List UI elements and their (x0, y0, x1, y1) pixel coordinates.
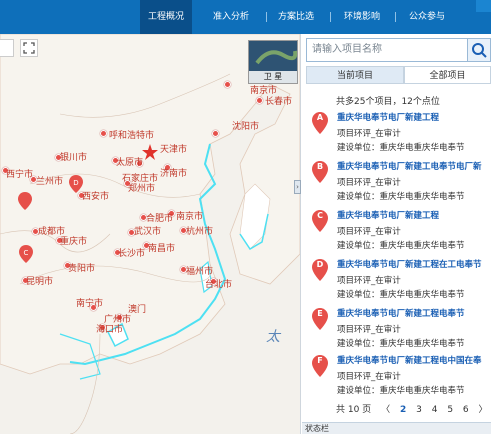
zoom-tool[interactable] (0, 39, 14, 57)
search-input[interactable]: 请输入项目名称 (306, 38, 468, 62)
marker-letter: E (317, 309, 323, 318)
city-label: 南宁市 (76, 299, 104, 309)
city-label: 西宁市 (6, 170, 34, 180)
page-count: 共 10 页 (336, 405, 372, 415)
tab-overview[interactable]: 工程概况 (140, 0, 192, 34)
marker-letter: B (316, 162, 324, 171)
city-dot[interactable] (256, 97, 263, 104)
tab-environment[interactable]: 环境影响 (336, 0, 388, 34)
city-label: 武汉市 (134, 227, 162, 237)
project-title[interactable]: 重庆华电奉节电厂新建工程电奉节 (337, 307, 487, 319)
marker-letter: A (316, 113, 324, 122)
project-title[interactable]: 重庆华电奉节电厂新建工程电中国在奉 (337, 354, 487, 366)
project-title[interactable]: 重庆华电奉节电厂新建工电奉节电厂新 (337, 160, 487, 172)
city-label: 沈阳市 (232, 122, 260, 132)
project-status: 项目环评_在审计 (337, 227, 401, 237)
map-view[interactable]: 卫 星 南京市 长春市 呼和浩特市 沈阳市 天津市 石家庄市 济南市 银川市 太… (0, 34, 301, 434)
list-item[interactable]: B 重庆华电奉节电厂新建工电奉节电厂新 项目环评_在审计 建设单位：重庆华电重庆… (306, 157, 489, 205)
city-label: 太原市 (116, 158, 144, 168)
project-status: 项目环评_在审计 (337, 129, 401, 139)
city-label: 银川市 (60, 153, 88, 163)
tab-current-projects[interactable]: 当前项目 (306, 66, 404, 84)
city-dot[interactable] (224, 81, 231, 88)
search-button[interactable] (468, 38, 491, 62)
city-label: 兰州市 (36, 177, 64, 187)
map-marker-c[interactable]: C (19, 245, 33, 263)
satellite-toggle[interactable]: 卫 星 (248, 40, 298, 84)
city-label: 西安市 (82, 192, 110, 202)
list-item[interactable]: E 重庆华电奉节电厂新建工程电奉节 项目环评_在审计 建设单位：重庆华电重庆华电… (306, 304, 489, 352)
project-unit: 建设单位：重庆华电重庆华电奉节 (337, 192, 465, 202)
city-label: 长沙市 (118, 249, 146, 259)
project-title[interactable]: 重庆华电奉节电厂新建工程 (337, 111, 487, 123)
page-link[interactable]: 4 (432, 405, 438, 415)
list-item[interactable]: F 重庆华电奉节电厂新建工程电中国在奉 项目环评_在审计 建设单位：重庆华电重庆… (306, 351, 489, 399)
top-nav: 工程概况 准入分析 方案比选 环境影响 公众参与 (0, 0, 491, 34)
next-page-button[interactable]: 〉 (479, 405, 488, 415)
city-label: 澳门 (128, 305, 147, 315)
search-icon (472, 43, 487, 58)
city-label: 长春市 (265, 97, 293, 107)
city-label: 郑州市 (128, 184, 156, 194)
svg-text:D: D (73, 179, 78, 187)
window-corner (476, 0, 491, 12)
project-status: 项目环评_在审计 (337, 276, 401, 286)
map-marker[interactable] (18, 192, 32, 210)
list-item[interactable]: A 重庆华电奉节电厂新建工程 项目环评_在审计 建设单位：重庆华电重庆华电奉节 (306, 108, 489, 156)
project-unit: 建设单位：重庆华电重庆华电奉节 (337, 143, 465, 153)
project-summary: 共多25个项目，12个点位 (336, 97, 440, 107)
page-link[interactable]: 3 (416, 405, 422, 415)
page-link[interactable]: 5 (447, 405, 453, 415)
city-label: 杭州市 (186, 227, 214, 237)
project-panel: 请输入项目名称 当前项目 全部项目 共多25个项目，12个点位 A 重庆华电奉节… (302, 34, 491, 434)
prev-page-button[interactable]: 〈 (381, 405, 390, 415)
marker-letter: C (317, 211, 323, 220)
city-label: 天津市 (160, 145, 188, 155)
marker-letter: D (316, 260, 324, 269)
project-unit: 建设单位：重庆华电重庆华电奉节 (337, 290, 465, 300)
city-label: 重庆市 (60, 237, 88, 247)
city-label: 贵阳市 (68, 264, 96, 274)
project-status: 项目环评_在审计 (337, 178, 401, 188)
marker-letter: F (317, 356, 323, 365)
collapse-panel-handle[interactable]: › (294, 180, 301, 194)
status-bar: 状态栏 (302, 422, 491, 434)
city-label: 南京市 (176, 212, 204, 222)
project-unit: 建设单位：重庆华电重庆华电奉节 (337, 339, 465, 349)
project-unit: 建设单位：重庆华电重庆华电奉节 (337, 241, 465, 251)
map-marker-d[interactable]: D (69, 175, 83, 193)
project-status: 项目环评_在审计 (337, 372, 401, 382)
city-label: 台北市 (205, 280, 233, 290)
sea-label: 太 (266, 329, 280, 345)
city-dot[interactable] (100, 130, 107, 137)
pagination: 共 10 页 〈 2 3 4 5 6 〉 (336, 402, 491, 415)
tab-admission[interactable]: 准入分析 (205, 0, 257, 34)
satellite-label: 卫 星 (249, 71, 297, 83)
fullscreen-icon[interactable] (20, 39, 38, 57)
project-unit: 建设单位：重庆华电重庆华电奉节 (337, 386, 465, 396)
svg-text:C: C (24, 249, 29, 257)
project-title[interactable]: 重庆华电奉节电厂新建工程在工电奉节 (337, 258, 487, 270)
tab-comparison[interactable]: 方案比选 (270, 0, 322, 34)
list-item[interactable]: D 重庆华电奉节电厂新建工程在工电奉节 项目环评_在审计 建设单位：重庆华电重庆… (306, 255, 489, 303)
city-label: 济南市 (160, 169, 188, 179)
tab-public[interactable]: 公众参与 (401, 0, 453, 34)
project-status: 项目环评_在审计 (337, 325, 401, 335)
city-label: 合肥市 (146, 214, 174, 224)
city-label: 昆明市 (26, 277, 54, 287)
project-title[interactable]: 重庆华电奉节电厂新建工程 (337, 209, 487, 221)
page-link[interactable]: 2 (400, 405, 406, 415)
city-label: 南昌市 (148, 244, 176, 254)
city-label: 福州市 (186, 267, 214, 277)
tab-all-projects[interactable]: 全部项目 (404, 66, 491, 84)
list-item[interactable]: C 重庆华电奉节电厂新建工程 项目环评_在审计 建设单位：重庆华电重庆华电奉节 (306, 206, 489, 254)
city-dot[interactable] (212, 130, 219, 137)
city-label: 呼和浩特市 (109, 131, 155, 141)
page-link[interactable]: 6 (463, 405, 469, 415)
city-label: 海口市 (96, 325, 124, 335)
